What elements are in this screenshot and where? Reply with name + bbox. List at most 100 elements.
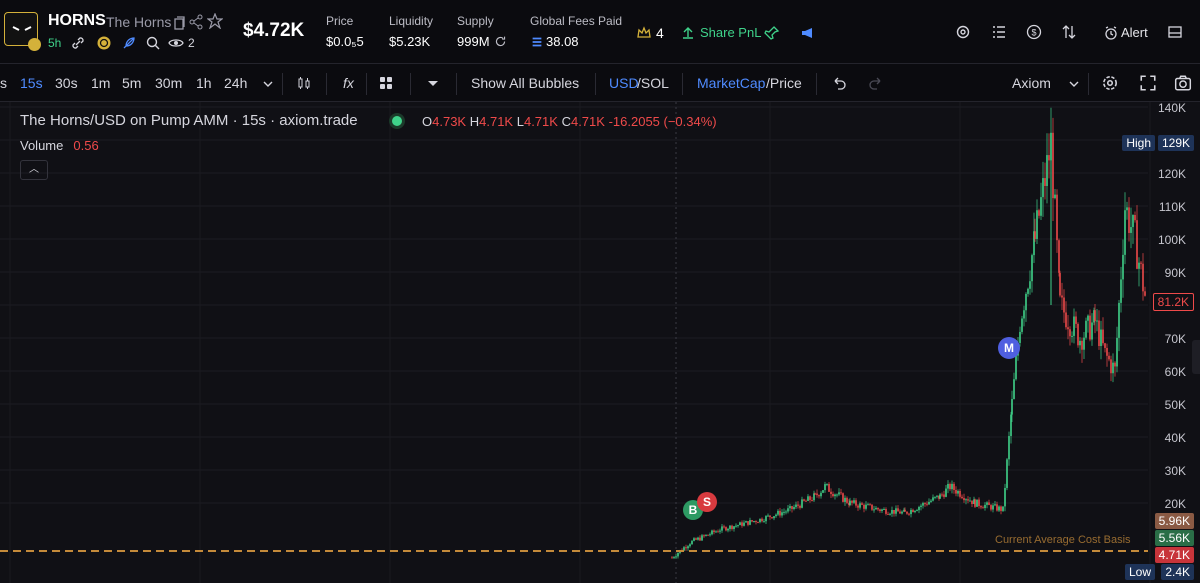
- side-panel-handle[interactable]: [1192, 340, 1200, 374]
- megaphone-icon[interactable]: [800, 25, 816, 41]
- tf-1m[interactable]: 1m: [91, 75, 110, 91]
- tf-1h[interactable]: 1h: [196, 75, 212, 91]
- copy-icon[interactable]: [171, 15, 187, 31]
- change-value: -16.2055 (−0.34%): [608, 114, 717, 129]
- divider: [410, 73, 411, 95]
- share-pnl-button[interactable]: Share PnL: [700, 25, 761, 40]
- tf-24h[interactable]: 24h: [224, 75, 247, 91]
- share-pnl-icon[interactable]: [680, 25, 696, 41]
- candle-body: [1065, 312, 1067, 328]
- search-icon[interactable]: [145, 35, 161, 51]
- candle-body: [687, 546, 689, 549]
- candle-body: [897, 508, 899, 512]
- candle-body: [725, 527, 727, 531]
- chart-settings-icon[interactable]: [1101, 74, 1119, 92]
- y-tick: 30K: [1164, 464, 1186, 478]
- candle-body: [1027, 288, 1029, 294]
- candle-body: [930, 500, 932, 502]
- low-label: L: [516, 114, 524, 129]
- currency-usd[interactable]: USD: [609, 75, 639, 91]
- candle-body: [1056, 194, 1058, 241]
- candle-body: [1108, 355, 1110, 360]
- candle-body: [853, 500, 855, 503]
- candle-body: [939, 494, 941, 499]
- coin-icon[interactable]: [96, 35, 112, 51]
- indicators-icon[interactable]: fx: [343, 75, 354, 91]
- tf-30m[interactable]: 30m: [155, 75, 182, 91]
- currency-sol[interactable]: /SOL: [637, 75, 669, 91]
- tf-seconds[interactable]: s: [0, 75, 7, 91]
- sort-icon[interactable]: [1061, 24, 1077, 40]
- share-icon[interactable]: [188, 14, 204, 30]
- candle-body: [1116, 337, 1118, 367]
- refresh-icon[interactable]: [494, 35, 507, 48]
- caret-down-icon[interactable]: [425, 75, 441, 91]
- candle-body: [967, 499, 969, 501]
- candle-body: [957, 490, 959, 494]
- migration-marker[interactable]: M: [998, 337, 1020, 359]
- price-chart[interactable]: [0, 102, 1200, 583]
- window-icon[interactable]: [1167, 24, 1183, 40]
- platform-select[interactable]: Axiom: [1012, 75, 1051, 91]
- candle-body: [1132, 214, 1134, 228]
- candle-body: [691, 540, 693, 545]
- cost-basis-label: Current Average Cost Basis: [995, 534, 1131, 546]
- dollar-icon[interactable]: $: [1026, 24, 1042, 40]
- collapse-legend-button[interactable]: ︿: [20, 160, 48, 180]
- candle-body: [1019, 331, 1021, 343]
- candle-body: [1071, 335, 1073, 337]
- link-icon[interactable]: [70, 35, 86, 51]
- candle-body: [871, 504, 873, 510]
- chevron-down-icon[interactable]: [1066, 76, 1082, 92]
- candle-body: [809, 496, 811, 500]
- layout-grid-icon[interactable]: [378, 75, 394, 91]
- candle-body: [832, 493, 834, 497]
- eye-icon: [168, 39, 184, 47]
- candle-body: [953, 483, 955, 490]
- mode-marketcap[interactable]: MarketCap: [697, 75, 765, 91]
- candle-body: [1034, 231, 1036, 239]
- tf-5m[interactable]: 5m: [122, 75, 141, 91]
- y-tick: 40K: [1164, 431, 1186, 445]
- candle-body: [745, 521, 747, 523]
- feather-icon[interactable]: [121, 35, 137, 51]
- candle-body: [924, 503, 926, 505]
- list-icon[interactable]: [991, 24, 1007, 40]
- candle-body: [887, 513, 889, 515]
- price-tag-5.56k: 5.56K: [1154, 530, 1194, 546]
- candle-body: [783, 511, 785, 513]
- candle-body: [1046, 155, 1048, 186]
- sell-marker[interactable]: S: [697, 492, 717, 512]
- candle-body: [922, 503, 924, 506]
- y-tick: 50K: [1164, 398, 1186, 412]
- candle-body: [1130, 227, 1132, 233]
- mode-price[interactable]: /Price: [766, 75, 802, 91]
- fullscreen-icon[interactable]: [1139, 74, 1157, 92]
- pin-icon[interactable]: [764, 25, 780, 41]
- redo-icon[interactable]: [868, 75, 884, 91]
- candle-body: [761, 518, 763, 522]
- show-all-bubbles-button[interactable]: Show All Bubbles: [471, 75, 579, 91]
- candle-body: [743, 522, 745, 526]
- token-name: The Horns: [106, 14, 172, 30]
- candle-body: [982, 507, 984, 509]
- chart-canvas[interactable]: [0, 102, 1200, 583]
- candle-body: [751, 520, 753, 522]
- settings-icon[interactable]: [955, 24, 971, 40]
- solana-icon: [532, 37, 542, 47]
- candle-body: [893, 510, 895, 514]
- candle-body: [1102, 329, 1104, 344]
- alarm-icon[interactable]: [1103, 25, 1119, 41]
- candle-body: [753, 521, 755, 523]
- alert-button[interactable]: Alert: [1121, 25, 1148, 40]
- candle-body: [713, 530, 715, 533]
- candle-body: [1077, 323, 1079, 346]
- chevron-down-icon[interactable]: [260, 76, 276, 92]
- undo-icon[interactable]: [831, 75, 847, 91]
- candles-icon[interactable]: [296, 75, 312, 91]
- tf-15s[interactable]: 15s: [20, 75, 43, 91]
- star-icon[interactable]: [207, 13, 223, 29]
- candle-body: [826, 483, 828, 485]
- camera-icon[interactable]: [1174, 74, 1192, 92]
- tf-30s[interactable]: 30s: [55, 75, 78, 91]
